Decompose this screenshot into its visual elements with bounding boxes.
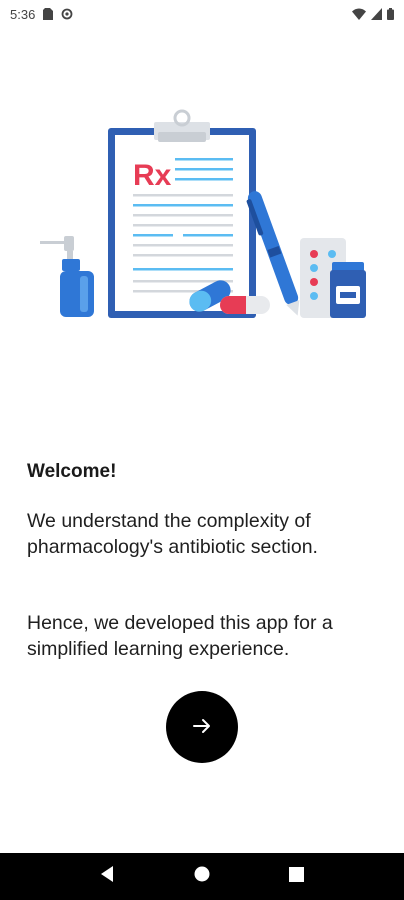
- data-saver-icon: [61, 8, 73, 20]
- status-time: 5:36: [10, 6, 36, 22]
- arrow-right-icon: [191, 715, 213, 740]
- navigation-bar: [0, 853, 404, 900]
- sim-card-icon: [43, 8, 54, 20]
- welcome-title: Welcome!: [27, 461, 117, 482]
- medicine-jar-icon: [330, 262, 366, 318]
- status-right: [352, 8, 394, 20]
- cellular-signal-icon: [371, 8, 382, 20]
- intro-paragraph: We understand the complexity of pharmaco…: [27, 510, 318, 558]
- next-button[interactable]: [166, 691, 238, 763]
- clipboard-icon: Rx: [108, 109, 256, 318]
- purpose-paragraph: Hence, we developed this app for a simpl…: [27, 612, 333, 660]
- home-icon: [193, 865, 211, 888]
- wifi-icon: [352, 8, 366, 20]
- home-button[interactable]: [182, 857, 222, 897]
- back-icon: [99, 865, 115, 888]
- back-button[interactable]: [87, 857, 127, 897]
- status-bar: 5:36: [0, 0, 404, 28]
- recents-icon: [289, 866, 305, 887]
- battery-icon: [387, 8, 394, 20]
- rx-label: Rx: [133, 159, 172, 192]
- spray-bottle-icon: [40, 236, 94, 317]
- welcome-screen: 5:36 Rx Welcome! We understand the compl…: [0, 0, 404, 900]
- prescription-illustration: Rx: [38, 108, 368, 323]
- recents-button[interactable]: [277, 857, 317, 897]
- status-left: 5:36: [10, 7, 73, 22]
- capsule-red-icon: [220, 296, 270, 314]
